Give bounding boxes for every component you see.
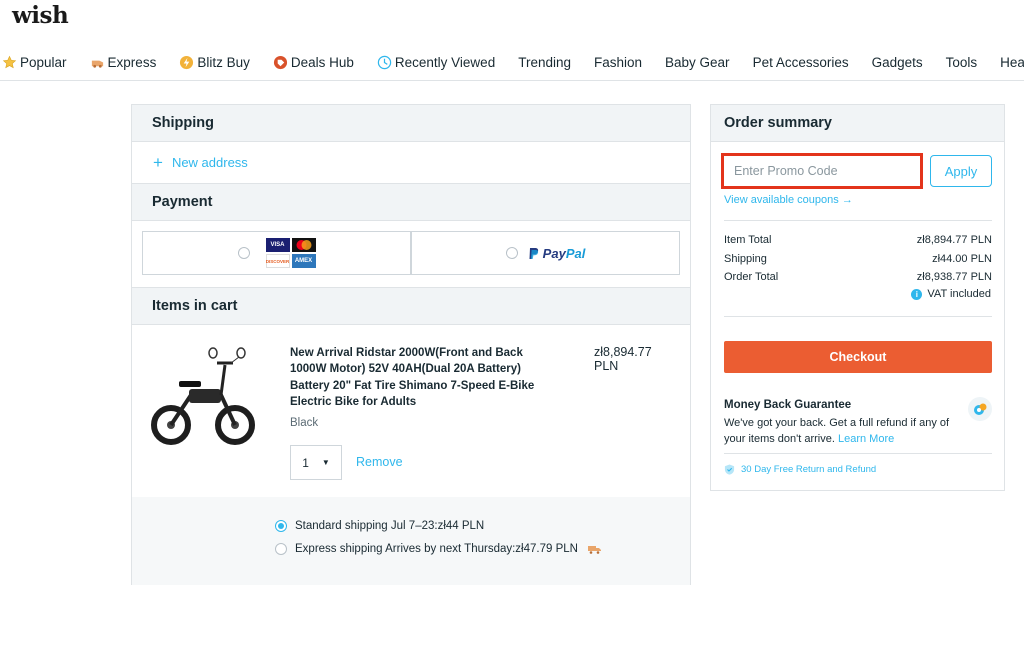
nav-label: Gadgets <box>871 54 923 70</box>
item-total-value: zł8,894.77 PLN <box>916 234 992 246</box>
item-total-row: Item Total zł8,894.77 PLN <box>724 234 992 246</box>
checkout-main-panel: Shipping + New address Payment VISA DISC… <box>131 104 691 585</box>
product-image[interactable] <box>151 345 255 449</box>
truck-icon <box>587 545 601 554</box>
quantity-select[interactable]: 1 ▼ <box>290 445 342 480</box>
nav-item-recently-viewed[interactable]: Recently Viewed <box>377 55 495 70</box>
nav-item-deals-hub[interactable]: Deals Hub <box>273 55 354 70</box>
card-payment-option[interactable]: VISA DISCOVER AMEX <box>142 231 411 275</box>
order-total-row: Order Total zł8,938.77 PLN <box>724 271 992 283</box>
divider <box>724 453 992 454</box>
nav-item-trending[interactable]: Trending <box>518 55 571 70</box>
nav-label: Deals Hub <box>290 54 354 70</box>
standard-shipping-radio[interactable] <box>275 520 287 532</box>
paypal-pal-text: Pal <box>565 245 586 261</box>
nav-label: Baby Gear <box>665 54 730 70</box>
order-summary-panel: Order summary Apply View available coupo… <box>710 104 1005 491</box>
clock-icon <box>377 55 392 69</box>
wish-logo[interactable]: wish <box>12 2 69 29</box>
card-logos: VISA DISCOVER AMEX <box>265 238 316 268</box>
new-address-button[interactable]: + New address <box>132 142 690 184</box>
return-policy-label: 30 Day Free Return and Refund <box>741 464 877 475</box>
express-shipping-option[interactable]: Express shipping Arrives by next Thursda… <box>275 543 601 555</box>
nav-label: Blitz Buy <box>197 54 250 70</box>
blitz-buy-icon <box>180 55 194 69</box>
nav-item-pet-accessories[interactable]: Pet Accessories <box>753 55 849 70</box>
mastercard-icon <box>291 238 316 252</box>
nav-label: Express <box>107 54 157 70</box>
money-back-description: We've got your back. Get a full refund i… <box>724 417 950 445</box>
discover-icon: DISCOVER <box>265 254 290 268</box>
cart-header: Items in cart <box>132 288 690 325</box>
paypal-pay-text: Pay <box>542 245 566 261</box>
nav-label: Recently Viewed <box>394 54 496 70</box>
plus-icon: + <box>153 152 163 172</box>
payment-header: Payment <box>132 184 690 221</box>
info-icon[interactable]: i <box>911 288 923 300</box>
amex-icon: AMEX <box>291 254 316 268</box>
paypal-icon <box>529 247 538 259</box>
nav-label: Trending <box>518 54 571 70</box>
divider <box>724 316 992 317</box>
card-payment-radio[interactable] <box>237 247 250 259</box>
order-total-label: Order Total <box>724 271 779 283</box>
order-total-value: zł8,938.77 PLN <box>916 271 992 283</box>
nav-item-health[interactable]: Health <box>1000 55 1024 70</box>
payment-methods: VISA DISCOVER AMEX Pay Pal <box>132 221 690 288</box>
star-icon <box>2 55 17 68</box>
money-back-title: Money Back Guarantee <box>724 399 852 411</box>
remove-item-button[interactable]: Remove <box>356 455 403 469</box>
standard-shipping-label: Standard shipping Jul 7–23:zł44 PLN <box>295 520 485 532</box>
shipping-value: zł44.00 PLN <box>932 253 992 265</box>
standard-shipping-option[interactable]: Standard shipping Jul 7–23:zł44 PLN <box>275 520 484 532</box>
nav-label: Fashion <box>593 54 643 70</box>
nav-label: Health <box>1000 54 1024 70</box>
money-back-text: We've got your back. Get a full refund i… <box>724 415 969 447</box>
chevron-down-icon: ▼ <box>321 458 330 467</box>
vat-label: VAT included <box>927 288 991 300</box>
vat-note: i VAT included <box>911 288 991 300</box>
category-nav: Popular Express Blitz Buy Deals Hub Rece… <box>0 44 1024 81</box>
divider <box>724 220 992 221</box>
checkout-button[interactable]: Checkout <box>724 341 992 373</box>
nav-item-express[interactable]: Express <box>90 54 157 70</box>
shield-icon <box>724 464 735 475</box>
nav-item-baby-gear[interactable]: Baby Gear <box>665 55 730 70</box>
express-icon <box>91 60 103 68</box>
shipping-header: Shipping <box>132 105 690 142</box>
nav-label: Pet Accessories <box>752 54 849 70</box>
view-coupons-link[interactable]: View available coupons → <box>724 194 853 206</box>
product-name[interactable]: New Arrival Ridstar 2000W(Front and Back… <box>290 345 545 410</box>
cart-item: New Arrival Ridstar 2000W(Front and Back… <box>132 325 690 499</box>
order-summary-header: Order summary <box>711 105 1004 142</box>
nav-item-fashion[interactable]: Fashion <box>594 55 642 70</box>
shipping-options: Standard shipping Jul 7–23:zł44 PLN Expr… <box>132 497 690 585</box>
nav-item-popular[interactable]: Popular <box>2 55 67 70</box>
express-shipping-radio[interactable] <box>275 543 287 555</box>
product-price: zł8,894.77 PLN <box>594 345 652 373</box>
item-total-label: Item Total <box>724 234 772 246</box>
promo-code-input[interactable] <box>721 153 923 189</box>
product-variant: Black <box>290 417 319 429</box>
apply-promo-button[interactable]: Apply <box>930 155 992 187</box>
nav-item-tools[interactable]: Tools <box>946 55 978 70</box>
return-policy: 30 Day Free Return and Refund <box>724 464 876 475</box>
money-back-icon <box>968 397 992 421</box>
paypal-radio[interactable] <box>505 247 518 259</box>
nav-item-blitz-buy[interactable]: Blitz Buy <box>179 55 250 70</box>
quantity-value: 1 <box>302 455 309 470</box>
shipping-row: Shipping zł44.00 PLN <box>724 253 992 265</box>
paypal-payment-option[interactable]: Pay Pal <box>411 231 680 275</box>
deals-hub-icon <box>273 55 287 69</box>
new-address-label: New address <box>171 155 248 170</box>
learn-more-link[interactable]: Learn More <box>838 433 894 445</box>
paypal-logo: Pay Pal <box>528 245 586 261</box>
nav-label: Popular <box>20 54 67 70</box>
shipping-label: Shipping <box>724 253 767 265</box>
express-shipping-label: Express shipping Arrives by next Thursda… <box>295 543 578 555</box>
nav-item-gadgets[interactable]: Gadgets <box>872 55 923 70</box>
visa-icon: VISA <box>265 238 290 252</box>
nav-label: Tools <box>945 54 978 70</box>
